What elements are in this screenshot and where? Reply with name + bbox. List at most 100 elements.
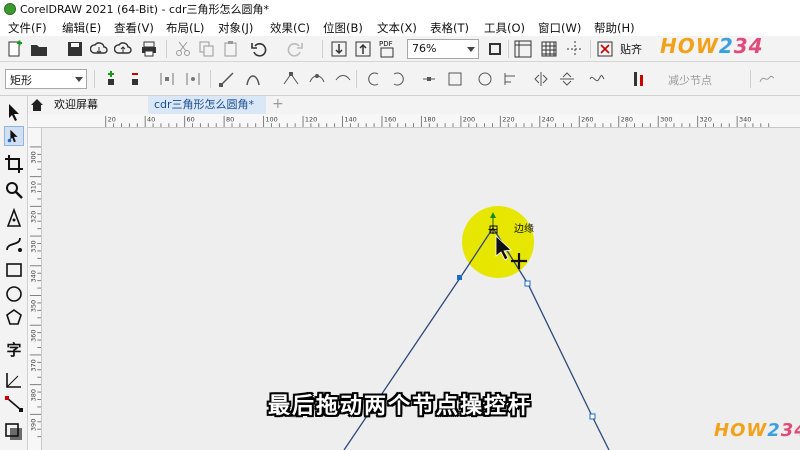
- ruler-label: 360: [29, 330, 37, 342]
- reflect-vertical-icon[interactable]: [558, 70, 576, 88]
- import-icon[interactable]: [330, 40, 348, 58]
- reflect-horizontal-icon[interactable]: [532, 70, 550, 88]
- to-line-icon[interactable]: [218, 70, 236, 88]
- elastic-mode-icon[interactable]: [588, 70, 606, 88]
- left-node[interactable]: [457, 275, 462, 280]
- crop-tool-icon[interactable]: [4, 154, 24, 174]
- right-node[interactable]: [524, 280, 531, 287]
- snap-off-icon[interactable]: [596, 40, 614, 58]
- snap-to-label[interactable]: 贴齐: [620, 41, 642, 57]
- drop-shadow-tool-icon[interactable]: [4, 422, 24, 442]
- menu-text[interactable]: 文本(X): [377, 20, 417, 36]
- show-guidelines-icon[interactable]: [566, 40, 584, 58]
- watermark-logo-bottom: HOW234: [714, 420, 800, 441]
- watermark-part: HOW: [714, 420, 768, 441]
- ellipse-tool-icon[interactable]: [4, 284, 24, 304]
- ruler-label: 280: [621, 115, 633, 123]
- menu-edit[interactable]: 编辑(E): [62, 20, 101, 36]
- symmetrical-node-icon[interactable]: [334, 70, 352, 88]
- dimension-tool-icon[interactable]: [4, 370, 24, 390]
- show-grid-icon[interactable]: [540, 40, 558, 58]
- ruler-label: 320: [29, 211, 37, 223]
- freehand-tool-icon[interactable]: [4, 208, 24, 228]
- menu-object[interactable]: 对象(J): [218, 20, 253, 36]
- ruler-label: 60: [187, 115, 195, 123]
- ruler-label: 80: [226, 115, 234, 123]
- paste-icon[interactable]: [222, 40, 240, 58]
- new-document-icon[interactable]: [6, 40, 24, 58]
- zoom-tool-icon[interactable]: [4, 180, 24, 200]
- tab-welcome-screen[interactable]: 欢迎屏幕: [48, 96, 104, 114]
- ruler-label: 390: [29, 419, 37, 431]
- extend-curve-icon[interactable]: [390, 70, 408, 88]
- copy-icon[interactable]: [198, 40, 216, 58]
- break-curve-icon[interactable]: [184, 70, 202, 88]
- document-tabs: 欢迎屏幕 cdr三角形怎么圆角* +: [28, 96, 800, 114]
- title-bar: CorelDRAW 2021 (64-Bit) - cdr三角形怎么圆角*: [0, 0, 800, 18]
- watermark-part: 34: [780, 420, 800, 441]
- object-type-select[interactable]: 矩形: [5, 69, 87, 89]
- menu-table[interactable]: 表格(T): [430, 20, 469, 36]
- stretch-nodes-icon[interactable]: [446, 70, 464, 88]
- extract-subpath-icon[interactable]: [420, 70, 438, 88]
- menu-effects[interactable]: 效果(C): [270, 20, 310, 36]
- artistic-media-tool-icon[interactable]: [4, 234, 24, 254]
- tab-document[interactable]: cdr三角形怎么圆角*: [148, 96, 266, 114]
- ruler-label: 370: [29, 359, 37, 371]
- ruler-label: 200: [463, 115, 475, 123]
- cusp-node-icon[interactable]: [282, 70, 300, 88]
- add-node-icon[interactable]: [102, 70, 120, 88]
- ruler-label: 140: [344, 115, 356, 123]
- rotate-nodes-icon[interactable]: [476, 70, 494, 88]
- align-nodes-icon[interactable]: [502, 70, 520, 88]
- node-snap-tooltip: 边缘: [514, 222, 534, 235]
- text-tool-icon[interactable]: 字: [4, 340, 24, 360]
- menu-window[interactable]: 窗口(W): [538, 20, 581, 36]
- menu-layout[interactable]: 布局(L): [166, 20, 204, 36]
- to-curve-icon[interactable]: [244, 70, 262, 88]
- menu-view[interactable]: 查看(V): [114, 20, 154, 36]
- watermark-part: 2: [767, 420, 781, 441]
- pdf-label: PDF: [379, 40, 393, 48]
- undo-icon[interactable]: [250, 40, 268, 58]
- horizontal-ruler[interactable]: 20 40 60 80 100 120 140 160 180 200 220 240 260 280 30…: [28, 114, 800, 128]
- curve-smoothness-icon[interactable]: [758, 70, 776, 88]
- rectangle-tool-icon[interactable]: [4, 260, 24, 280]
- cut-icon[interactable]: [174, 40, 192, 58]
- shape-tool-icon[interactable]: [4, 126, 24, 146]
- ruler-label: 180: [423, 115, 435, 123]
- toolbar-separator: [210, 70, 211, 88]
- open-folder-icon[interactable]: [30, 40, 48, 58]
- ruler-label: 340: [739, 115, 751, 123]
- ruler-label: 310: [29, 181, 37, 193]
- menu-tools[interactable]: 工具(O): [484, 20, 525, 36]
- redo-icon[interactable]: [286, 40, 304, 58]
- menu-bitmaps[interactable]: 位图(B): [323, 20, 363, 36]
- show-rulers-icon[interactable]: [514, 40, 532, 58]
- polygon-tool-icon[interactable]: [4, 308, 24, 328]
- home-icon[interactable]: [30, 98, 44, 112]
- add-tab-button[interactable]: +: [272, 97, 286, 111]
- join-nodes-icon[interactable]: [158, 70, 176, 88]
- window-title: CorelDRAW 2021 (64-Bit) - cdr三角形怎么圆角*: [20, 3, 270, 16]
- zoom-value: 76%: [412, 42, 437, 55]
- pick-tool-icon[interactable]: [4, 102, 24, 122]
- cloud-download-icon[interactable]: [90, 40, 108, 58]
- smooth-node-icon[interactable]: [308, 70, 326, 88]
- reduce-nodes-button[interactable]: 减少节点: [668, 72, 712, 88]
- save-icon[interactable]: [66, 40, 84, 58]
- cloud-upload-icon[interactable]: [114, 40, 132, 58]
- print-icon[interactable]: [140, 40, 158, 58]
- ruler-label: 320: [700, 115, 712, 123]
- zoom-level-select[interactable]: 76%: [407, 39, 479, 59]
- ruler-label: 300: [660, 115, 672, 123]
- reverse-direction-icon[interactable]: [364, 70, 382, 88]
- select-all-nodes-icon[interactable]: [630, 70, 648, 88]
- export-icon[interactable]: [354, 40, 372, 58]
- delete-node-icon[interactable]: [126, 70, 144, 88]
- watermark-part: 2: [718, 34, 734, 58]
- menu-help[interactable]: 帮助(H): [594, 20, 635, 36]
- object-type-value: 矩形: [10, 74, 32, 87]
- full-screen-icon[interactable]: [486, 40, 504, 58]
- menu-file[interactable]: 文件(F): [8, 20, 47, 36]
